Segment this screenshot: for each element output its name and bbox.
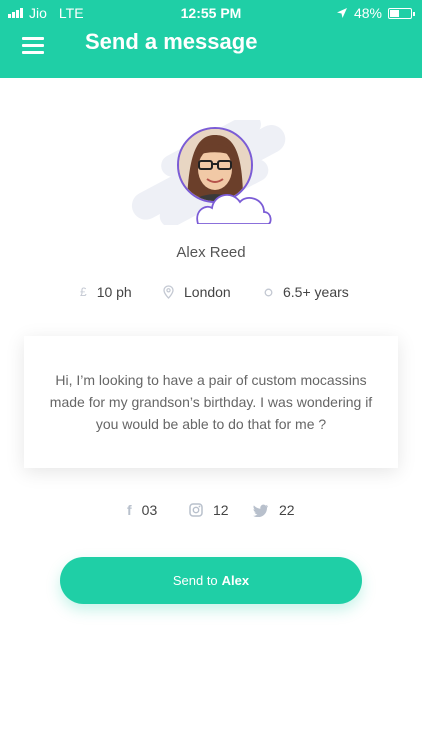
social-instagram[interactable]: 12 [189, 502, 229, 518]
message-text[interactable]: Hi, I’m looking to have a pair of custom… [46, 369, 376, 435]
stat-location: London [163, 284, 231, 300]
stat-location-value: London [184, 284, 231, 300]
status-right: 48% [336, 5, 415, 21]
status-bar: Jio LTE 12:55 PM 48% [0, 0, 422, 26]
social-twitter[interactable]: 22 [253, 502, 295, 518]
message-card[interactable]: Hi, I’m looking to have a pair of custom… [24, 336, 398, 468]
battery-percent: 48% [353, 5, 382, 21]
instagram-icon [189, 503, 203, 517]
send-button-recipient: Alex [221, 573, 250, 588]
profile-stats: £ 10 ph London 6.5+ years [0, 284, 422, 304]
social-facebook[interactable]: f 03 [127, 502, 157, 518]
facebook-icon: f [127, 502, 132, 518]
profile-name: Alex Reed [176, 244, 246, 261]
send-button[interactable]: Send to Alex [60, 557, 362, 604]
facebook-count: 03 [141, 502, 158, 518]
social-stats: f 03 12 22 [0, 502, 422, 522]
battery-fill [390, 9, 399, 17]
send-button-prefix: Send to [172, 573, 218, 588]
pound-icon: £ [80, 285, 87, 299]
battery-icon [388, 7, 415, 19]
app-header: Jio LTE 12:55 PM 48% Send a message [0, 0, 422, 78]
avatar-section [120, 120, 300, 225]
twitter-count: 22 [279, 502, 295, 518]
stat-rate: £ 10 ph [80, 284, 132, 300]
location-arrow-icon [336, 8, 347, 18]
page-title: Send a message [85, 29, 258, 54]
stat-experience-value: 6.5+ years [283, 284, 349, 300]
menu-button[interactable] [22, 37, 44, 54]
instagram-count: 12 [213, 502, 229, 518]
stat-experience: 6.5+ years [264, 284, 349, 300]
circle-icon [264, 288, 273, 296]
twitter-icon [253, 504, 269, 517]
location-pin-icon [163, 285, 174, 299]
stat-rate-value: 10 ph [96, 284, 132, 300]
cloud-badge [196, 194, 272, 224]
